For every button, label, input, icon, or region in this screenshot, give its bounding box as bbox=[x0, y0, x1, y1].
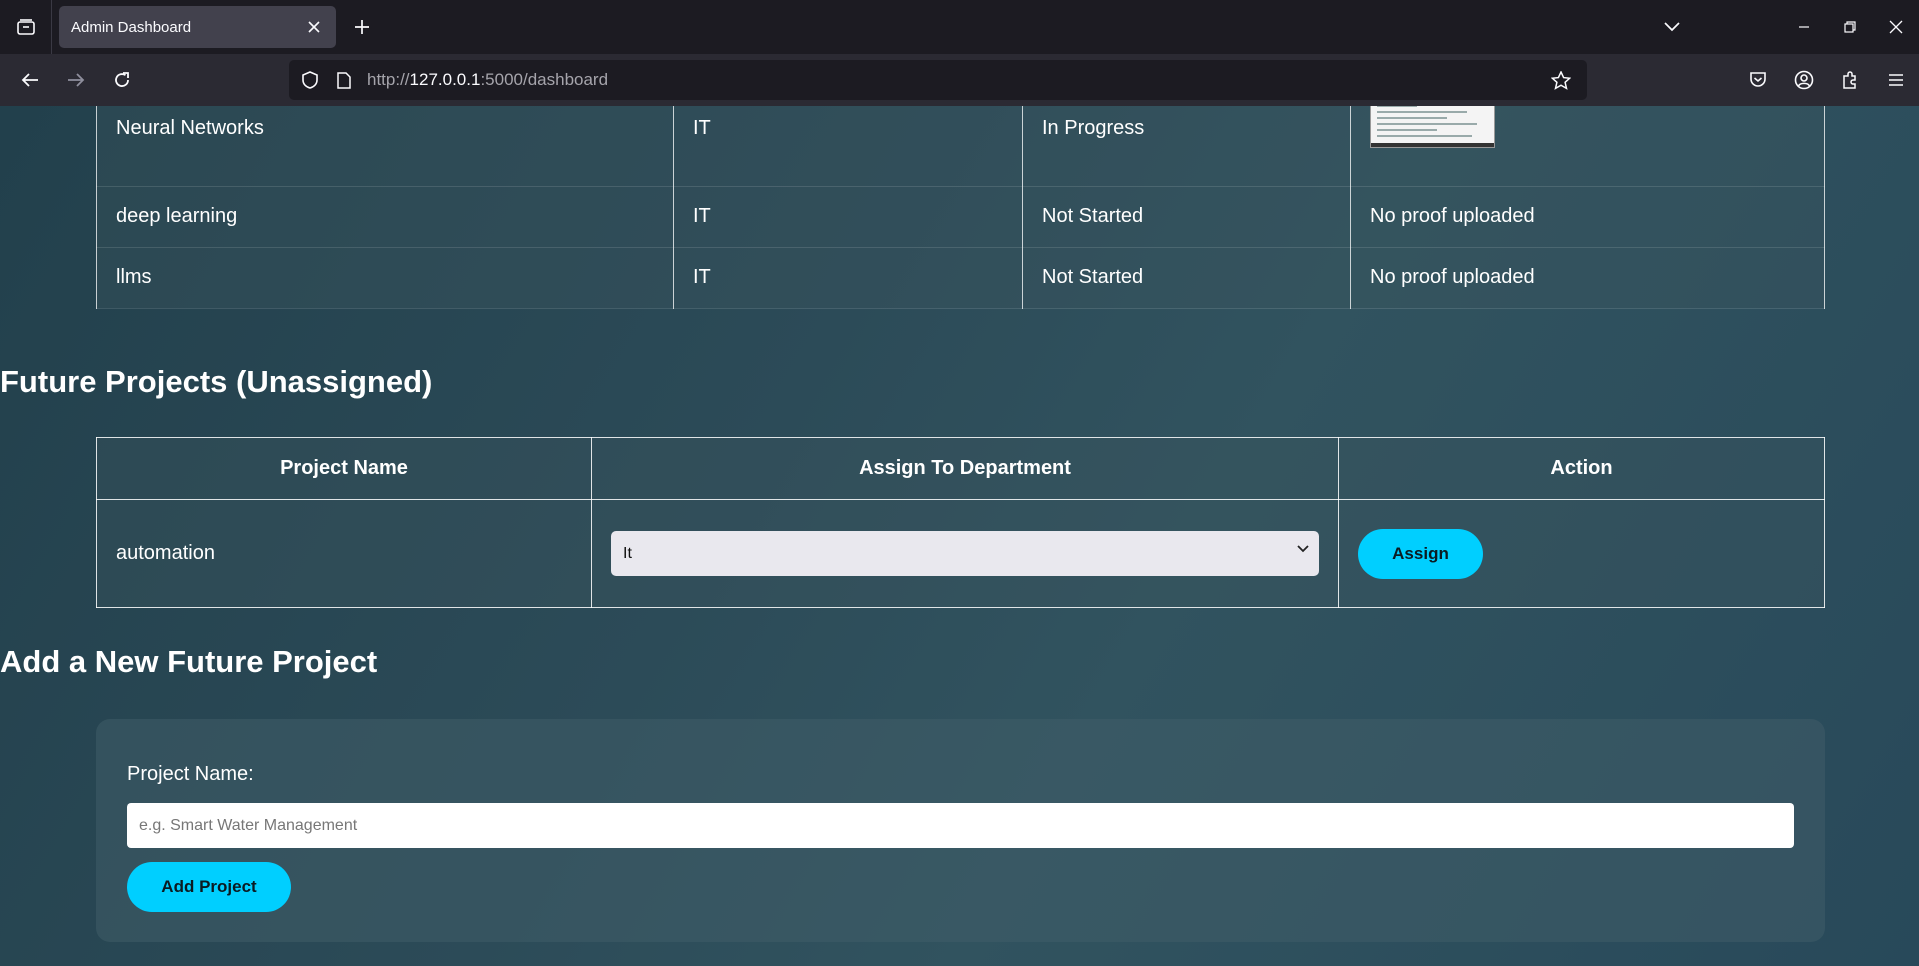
thumb-line bbox=[1377, 135, 1472, 137]
status-cell: Not Started bbox=[1022, 246, 1351, 309]
close-window-button[interactable] bbox=[1873, 0, 1919, 54]
proof-cell bbox=[1350, 106, 1825, 187]
forward-button[interactable] bbox=[54, 58, 98, 102]
project-name-label: Project Name: bbox=[127, 763, 254, 785]
status-cell: In Progress bbox=[1022, 106, 1351, 187]
add-project-form: Project Name: e.g. Smart Water Managemen… bbox=[96, 719, 1825, 942]
chevron-down-icon bbox=[1664, 22, 1680, 32]
close-tab-button[interactable] bbox=[304, 17, 324, 37]
firefox-view-icon bbox=[16, 19, 35, 35]
tab-title: Admin Dashboard bbox=[71, 18, 192, 36]
close-icon bbox=[1889, 20, 1903, 34]
page-icon[interactable] bbox=[327, 60, 361, 100]
thumb-line bbox=[1377, 123, 1477, 125]
minimize-button[interactable] bbox=[1781, 0, 1827, 54]
status-cell: Not Started bbox=[1022, 185, 1351, 248]
browser-tabbar: Admin Dashboard bbox=[0, 0, 1919, 54]
thumb-line bbox=[1377, 129, 1437, 131]
table-row: llms IT Not Started No proof uploaded bbox=[96, 246, 1825, 309]
bookmark-button[interactable] bbox=[1541, 60, 1581, 100]
department-select[interactable]: It bbox=[611, 531, 1319, 576]
restore-button[interactable] bbox=[1827, 0, 1873, 54]
minimize-icon bbox=[1799, 26, 1809, 28]
url-host: 127.0.0.1 bbox=[409, 70, 481, 89]
url-prefix: http:// bbox=[367, 70, 410, 89]
column-header-project-name: Project Name bbox=[96, 437, 592, 500]
table-row: automation It Assign bbox=[96, 499, 1825, 608]
proof-cell: No proof uploaded bbox=[1350, 185, 1825, 248]
browser-navbar: http://127.0.0.1:5000/dashboard bbox=[0, 54, 1919, 106]
back-button[interactable] bbox=[8, 58, 52, 102]
department-cell: IT bbox=[673, 106, 1023, 187]
add-project-button[interactable]: Add Project bbox=[127, 862, 291, 912]
tab-admin-dashboard[interactable]: Admin Dashboard bbox=[59, 6, 336, 48]
page-content: Neural Networks IT In Progress deep lear… bbox=[0, 106, 1919, 966]
arrow-left-icon bbox=[21, 73, 38, 87]
arrow-right-icon bbox=[68, 73, 85, 87]
assign-button[interactable]: Assign bbox=[1358, 528, 1483, 579]
url-path: :5000/dashboard bbox=[480, 70, 609, 89]
menu-button[interactable] bbox=[1873, 54, 1919, 106]
table-row: Neural Networks IT In Progress bbox=[96, 106, 1825, 187]
department-cell: IT bbox=[673, 185, 1023, 248]
reload-icon bbox=[115, 72, 129, 87]
table-row: deep learning IT Not Started No proof up… bbox=[96, 185, 1825, 248]
department-cell: IT bbox=[673, 246, 1023, 309]
project-name-input[interactable]: e.g. Smart Water Management bbox=[127, 803, 1794, 848]
table-header-row: Project Name Assign To Department Action bbox=[96, 437, 1825, 500]
project-name-cell: deep learning bbox=[96, 185, 674, 248]
list-all-tabs-button[interactable] bbox=[1649, 0, 1695, 54]
add-project-heading: Add a New Future Project bbox=[0, 644, 378, 679]
pocket-icon bbox=[1750, 72, 1766, 87]
extensions-button[interactable] bbox=[1827, 54, 1873, 106]
restore-icon bbox=[1844, 21, 1856, 33]
chevron-down-icon bbox=[1297, 545, 1309, 553]
column-header-action: Action bbox=[1338, 437, 1825, 500]
toolbar-right bbox=[1735, 54, 1919, 106]
firefox-view-button[interactable] bbox=[0, 0, 52, 54]
department-select-cell: It bbox=[591, 499, 1339, 608]
thumb-line bbox=[1377, 111, 1467, 113]
new-tab-button[interactable] bbox=[342, 7, 382, 47]
project-name-cell: automation bbox=[96, 499, 592, 608]
plus-icon bbox=[355, 20, 369, 34]
star-icon bbox=[1551, 70, 1571, 90]
project-name-cell: llms bbox=[96, 246, 674, 309]
proof-cell: No proof uploaded bbox=[1350, 246, 1825, 309]
action-cell: Assign bbox=[1338, 499, 1825, 608]
thumb-line bbox=[1377, 117, 1447, 119]
account-icon bbox=[1794, 70, 1814, 90]
close-icon bbox=[308, 21, 320, 33]
address-bar[interactable]: http://127.0.0.1:5000/dashboard bbox=[289, 60, 1587, 100]
project-name-cell: Neural Networks bbox=[96, 106, 674, 187]
puzzle-icon bbox=[1843, 71, 1856, 89]
future-projects-table: Project Name Assign To Department Action… bbox=[96, 437, 1825, 608]
reload-button[interactable] bbox=[100, 58, 144, 102]
account-button[interactable] bbox=[1781, 54, 1827, 106]
window-controls bbox=[1781, 0, 1919, 54]
proof-thumbnail[interactable] bbox=[1370, 106, 1495, 148]
department-select-value: It bbox=[623, 544, 632, 562]
assigned-projects-table: Neural Networks IT In Progress deep lear… bbox=[96, 106, 1825, 309]
thumb-line bbox=[1377, 106, 1417, 107]
thumb-bar bbox=[1371, 143, 1494, 147]
pocket-button[interactable] bbox=[1735, 54, 1781, 106]
future-projects-heading: Future Projects (Unassigned) bbox=[0, 364, 433, 399]
url-text: http://127.0.0.1:5000/dashboard bbox=[367, 70, 1541, 90]
hamburger-menu-icon bbox=[1889, 74, 1903, 86]
column-header-assign-department: Assign To Department bbox=[591, 437, 1339, 500]
shield-icon[interactable] bbox=[293, 60, 327, 100]
